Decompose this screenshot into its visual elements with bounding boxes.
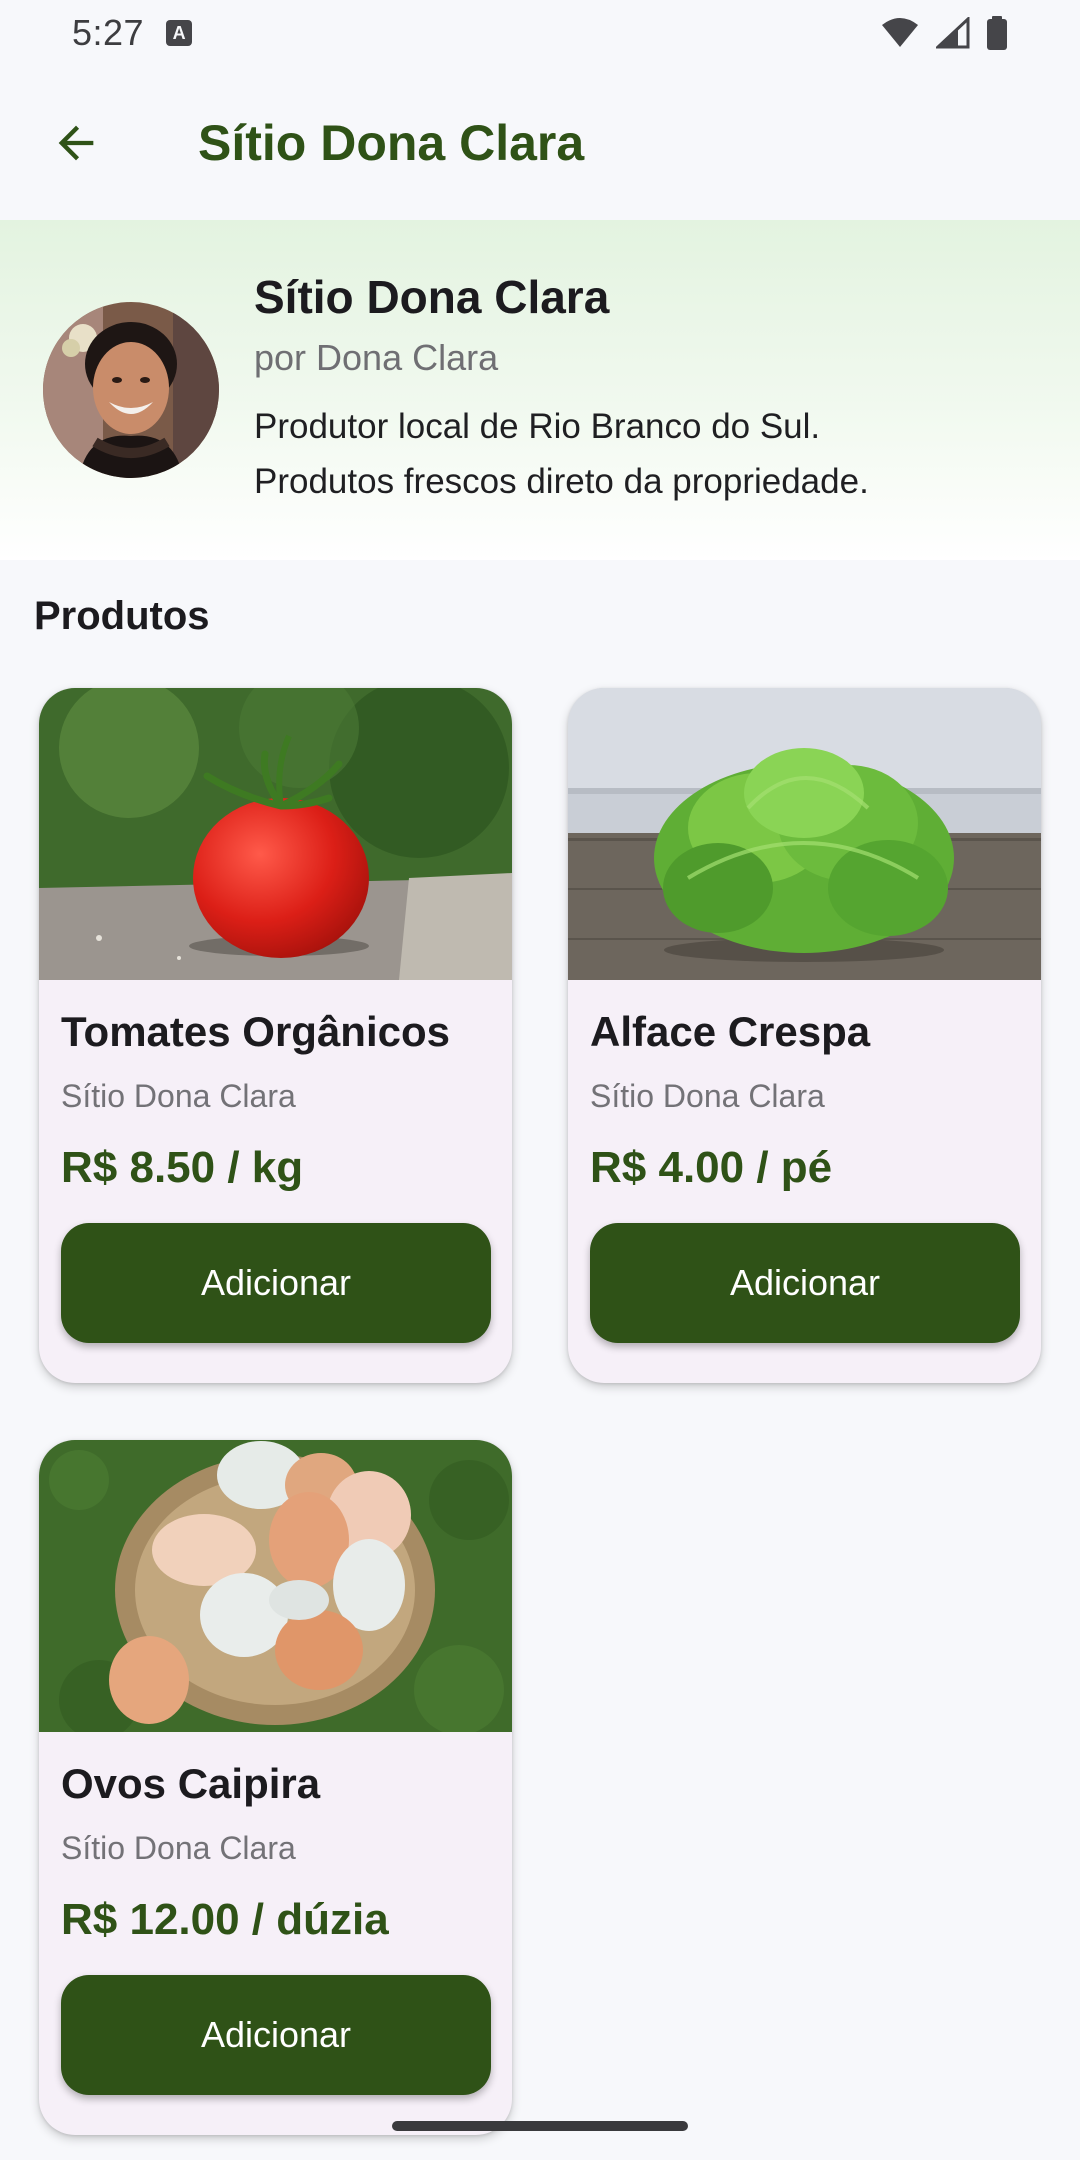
product-card: Tomates Orgânicos Sítio Dona Clara R$ 8.… [39,688,512,1383]
product-price: R$ 4.00 / pé [590,1143,833,1192]
product-image-eggs [39,1440,512,1732]
page-title: Sítio Dona Clara [198,115,585,171]
app-bar: Sítio Dona Clara [0,66,1080,220]
producer-description-line: Produtos frescos direto da propriedade. [254,462,869,502]
product-card: Ovos Caipira Sítio Dona Clara R$ 12.00 /… [39,1440,512,2135]
product-producer: Sítio Dona Clara [61,1078,296,1114]
producer-header: Sítio Dona Clara por Dona Clara Produtor… [0,220,1080,560]
status-time: 5:27 [72,12,145,53]
product-card-body: Alface Crespa Sítio Dona Clara R$ 4.00 /… [568,1008,1041,1343]
product-card: Alface Crespa Sítio Dona Clara R$ 4.00 /… [568,688,1041,1383]
status-right [880,16,1008,50]
product-image-lettuce [568,688,1041,980]
signal-icon [936,17,970,49]
product-price: R$ 12.00 / dúzia [61,1895,389,1944]
status-left: 5:27 A [72,12,193,54]
product-name: Tomates Orgânicos [61,1008,450,1055]
add-to-cart-button[interactable]: Adicionar [590,1223,1020,1343]
add-to-cart-button[interactable]: Adicionar [61,1975,491,2095]
product-name: Ovos Caipira [61,1760,321,1807]
product-producer: Sítio Dona Clara [590,1078,825,1114]
producer-name: Sítio Dona Clara [254,271,610,323]
avatar [43,302,219,478]
back-button[interactable] [36,103,116,183]
product-card-body: Tomates Orgânicos Sítio Dona Clara R$ 8.… [39,1008,512,1343]
home-indicator[interactable] [392,2121,688,2131]
product-name: Alface Crespa [590,1008,871,1055]
producer-info: Sítio Dona Clara por Dona Clara Produtor… [254,270,1054,509]
product-card-body: Ovos Caipira Sítio Dona Clara R$ 12.00 /… [39,1760,512,2095]
product-producer: Sítio Dona Clara [61,1830,296,1866]
add-to-cart-button[interactable]: Adicionar [61,1223,491,1343]
producer-description: Produtor local de Rio Branco do Sul. Pro… [254,399,1054,509]
producer-owner: por Dona Clara [254,337,499,379]
section-title-produtos: Produtos [34,594,210,638]
producer-description-line: Produtor local de Rio Branco do Sul. [254,407,821,447]
battery-icon [987,16,1007,50]
wifi-icon [882,18,918,47]
product-price: R$ 8.50 / kg [61,1143,304,1192]
product-image-tomato [39,688,512,980]
a-icon: A [166,20,193,46]
arrow-left-icon [58,125,94,161]
status-bar: 5:27 A [0,0,1080,66]
